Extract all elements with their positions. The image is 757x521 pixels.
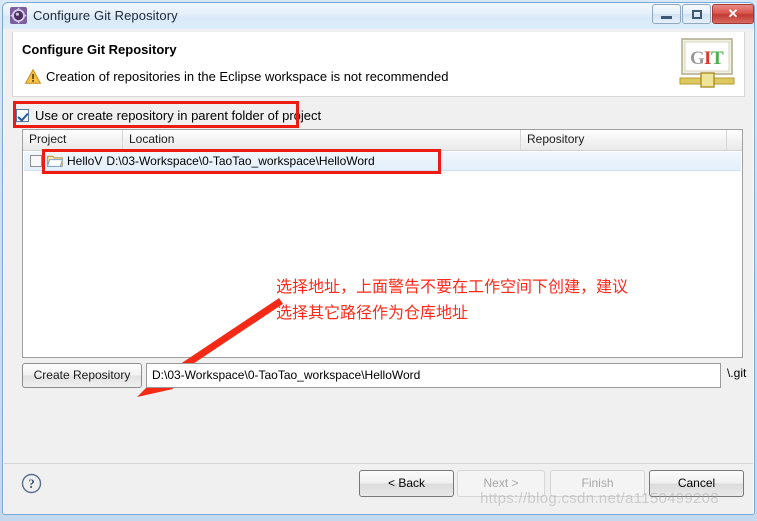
use-parent-folder-checkbox[interactable] [16,108,29,122]
minimize-icon [653,5,680,23]
svg-text:G: G [690,48,705,69]
row-checkbox[interactable] [30,155,42,167]
use-parent-folder-row[interactable]: Use or create repository in parent folde… [16,105,321,125]
create-repository-row: Create Repository D:\03-Workspace\0-TaoT… [22,363,747,389]
column-header-spacer [727,130,742,150]
row-project-name: HelloV [67,154,103,168]
table-row[interactable]: HelloV D:\03-Workspace\0-TaoTao_workspac… [24,151,741,171]
tree-column-header: Project Location Repository [23,130,742,151]
column-header-repository[interactable]: Repository [521,130,727,150]
git-suffix-label: \.git [727,366,747,380]
warning-triangle-icon [25,69,41,84]
page-title: Configure Git Repository [22,42,177,57]
warning-message: Creation of repositories in the Eclipse … [46,69,449,84]
column-header-location[interactable]: Location [123,130,521,150]
use-parent-folder-label: Use or create repository in parent folde… [35,107,322,123]
close-icon: ✕ [727,6,739,21]
window-title: Configure Git Repository [33,8,178,23]
git-logo-icon: G I T [679,38,735,88]
svg-text:T: T [711,48,724,69]
repository-path-input[interactable]: D:\03-Workspace\0-TaoTao_workspace\Hello… [146,363,721,388]
footer-separator [4,463,753,464]
minimize-button[interactable] [652,4,681,24]
window-frame: Configure Git Repository ✕ Configure Git… [0,0,757,521]
eclipse-gear-icon [10,7,27,24]
close-button[interactable]: ✕ [712,4,754,24]
column-header-project[interactable]: Project [23,130,123,150]
restore-button[interactable] [682,4,711,24]
back-button[interactable]: < Back [359,470,454,497]
svg-text:?: ? [28,476,35,491]
restore-icon [683,5,710,23]
open-folder-icon [47,155,63,167]
dialog-client-area: Configure Git Repository Creation of rep… [4,29,753,514]
dialog-header: Configure Git Repository Creation of rep… [12,32,745,97]
help-question-icon[interactable]: ? [21,473,42,494]
row-location-path: D:\03-Workspace\0-TaoTao_workspace\Hello… [106,154,375,168]
annotation-note: 选择地址，上面警告不要在工作空间下创建，建议 选择其它路径作为仓库地址 [276,277,629,322]
watermark-text: https://blog.csdn.net/a1150499208 [480,490,719,507]
title-bar[interactable]: Configure Git Repository ✕ [3,3,754,29]
create-repository-button[interactable]: Create Repository [22,363,142,388]
